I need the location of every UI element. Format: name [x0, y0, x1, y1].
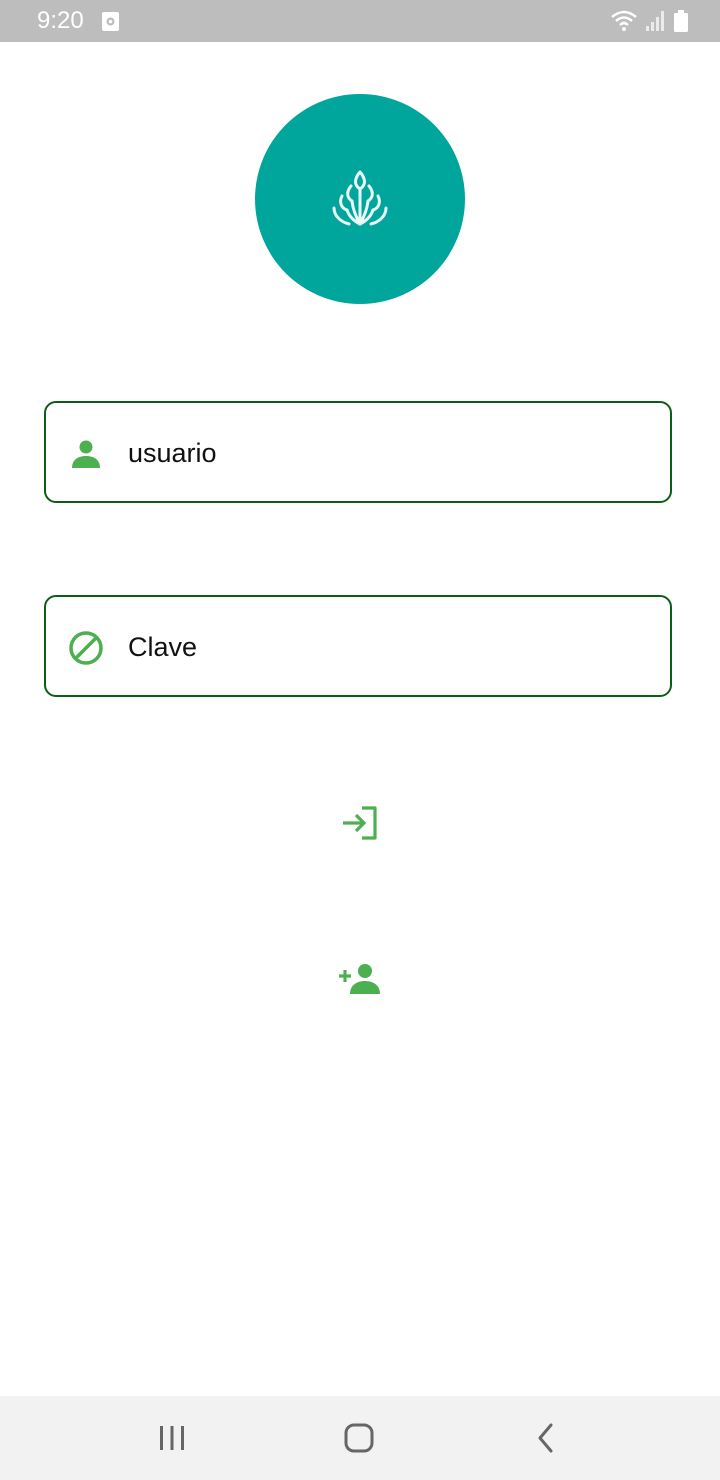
status-bar: 9:20: [0, 0, 720, 42]
wifi-icon: [611, 10, 637, 31]
app-logo: [255, 94, 465, 304]
home-button[interactable]: [337, 1416, 381, 1460]
status-time: 9:20: [37, 7, 84, 34]
username-input[interactable]: [128, 428, 648, 478]
password-field[interactable]: [44, 595, 672, 697]
status-indicators: [610, 9, 688, 33]
login-button[interactable]: [330, 793, 390, 853]
login-icon: [343, 806, 377, 840]
recents-button[interactable]: [150, 1416, 194, 1460]
leaf-sprout-logo-icon: [332, 170, 388, 226]
back-icon: [538, 1423, 553, 1453]
person-icon: [72, 440, 100, 468]
password-input[interactable]: [128, 622, 648, 672]
person-add-icon: [339, 964, 380, 994]
notification-app-icon: [102, 12, 119, 31]
signal-icon: [646, 11, 664, 31]
username-field[interactable]: [44, 401, 672, 503]
recents-icon: [160, 1426, 184, 1450]
block-icon: [69, 631, 103, 665]
home-icon: [344, 1423, 374, 1453]
back-button[interactable]: [524, 1416, 568, 1460]
battery-icon: [674, 10, 688, 32]
register-button[interactable]: [330, 948, 390, 1008]
system-navigation-bar: [0, 1396, 720, 1480]
